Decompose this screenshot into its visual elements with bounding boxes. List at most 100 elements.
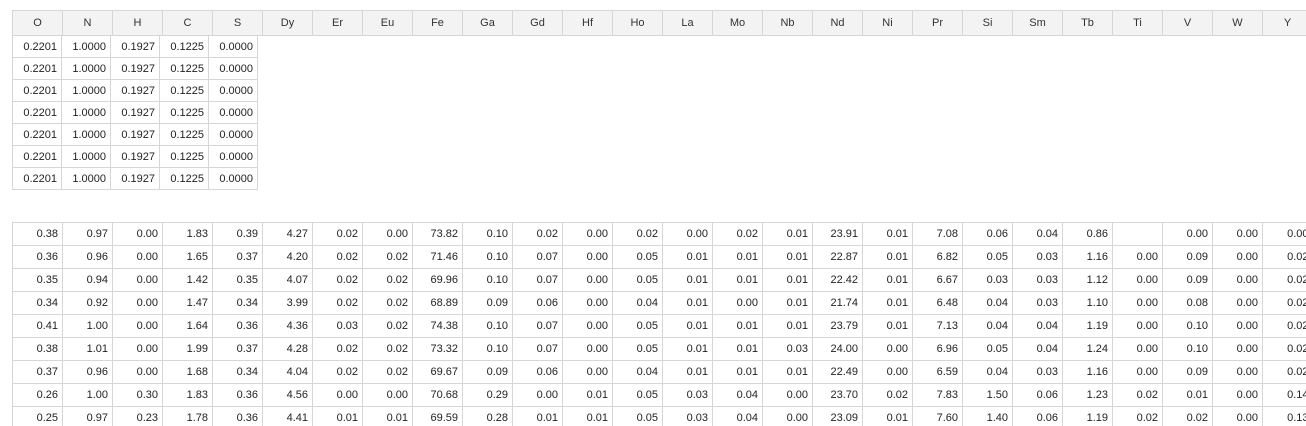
table-cell[interactable]: 0.07	[512, 337, 563, 361]
table-cell[interactable]: 22.87	[812, 245, 863, 269]
table-cell[interactable]: 0.1927	[110, 79, 160, 102]
table-cell[interactable]: 0.0000	[208, 123, 258, 146]
table-cell[interactable]: 3.99	[262, 291, 313, 315]
table-cell[interactable]: 0.39	[212, 222, 263, 246]
table-cell[interactable]: 0.02	[1262, 337, 1306, 361]
column-header-hf[interactable]: Hf	[562, 11, 612, 35]
table-cell[interactable]: 0.04	[1012, 314, 1063, 338]
table-cell[interactable]: 0.36	[212, 314, 263, 338]
table-cell[interactable]: 0.00	[762, 406, 813, 426]
table-cell[interactable]: 1.0000	[61, 57, 111, 80]
table-cell[interactable]: 1.0000	[61, 79, 111, 102]
table-cell[interactable]: 0.00	[112, 245, 163, 269]
column-header-si[interactable]: Si	[962, 11, 1012, 35]
table-cell[interactable]: 0.00	[112, 291, 163, 315]
table-cell[interactable]: 0.04	[612, 360, 663, 384]
column-header-w[interactable]: W	[1212, 11, 1262, 35]
table-cell[interactable]: 0.00	[562, 360, 613, 384]
table-cell[interactable]: 0.00	[1162, 222, 1213, 246]
table-cell[interactable]: 1.50	[962, 383, 1013, 407]
column-header-ho[interactable]: Ho	[612, 11, 662, 35]
table-cell[interactable]: 23.79	[812, 314, 863, 338]
table-cell[interactable]: 0.1927	[110, 57, 160, 80]
column-header-c[interactable]: C	[162, 11, 212, 35]
table-cell[interactable]: 0.01	[762, 314, 813, 338]
table-cell[interactable]: 0.02	[362, 291, 413, 315]
table-cell[interactable]: 0.1225	[159, 79, 209, 102]
table-cell[interactable]: 1.24	[1062, 337, 1113, 361]
table-cell[interactable]: 0.0000	[208, 101, 258, 124]
table-cell[interactable]: 0.41	[12, 314, 63, 338]
table-cell[interactable]: 0.36	[212, 406, 263, 426]
table-cell[interactable]: 4.36	[262, 314, 313, 338]
table-cell[interactable]: 0.01	[362, 406, 413, 426]
table-cell[interactable]: 0.00	[1212, 360, 1263, 384]
table-cell[interactable]: 1.12	[1062, 268, 1113, 292]
table-cell[interactable]: 0.38	[12, 337, 63, 361]
table-cell[interactable]: 0.1225	[159, 35, 209, 58]
table-cell[interactable]: 0.00	[562, 245, 613, 269]
column-header-er[interactable]: Er	[312, 11, 362, 35]
table-cell[interactable]: 0.02	[1262, 245, 1306, 269]
table-cell[interactable]: 0.1225	[159, 123, 209, 146]
table-cell[interactable]: 0.00	[112, 222, 163, 246]
table-cell[interactable]: 0.34	[12, 291, 63, 315]
table-cell[interactable]: 0.0000	[208, 145, 258, 168]
table-cell[interactable]: 0.2201	[12, 35, 62, 58]
table-cell[interactable]: 0.00	[362, 222, 413, 246]
table-cell[interactable]: 0.1927	[110, 101, 160, 124]
table-cell[interactable]: 0.06	[1012, 406, 1063, 426]
table-cell[interactable]: 0.01	[862, 245, 913, 269]
table-cell[interactable]: 0.34	[212, 291, 263, 315]
table-cell[interactable]: 0.01	[862, 291, 913, 315]
table-cell[interactable]: 1.40	[962, 406, 1013, 426]
table-cell[interactable]: 0.02	[312, 268, 363, 292]
table-cell[interactable]: 0.03	[662, 383, 713, 407]
table-cell[interactable]: 0.00	[562, 268, 613, 292]
table-cell[interactable]: 0.02	[862, 383, 913, 407]
table-cell[interactable]: 22.49	[812, 360, 863, 384]
table-cell[interactable]: 0.02	[712, 222, 763, 246]
table-cell[interactable]: 1.99	[162, 337, 213, 361]
table-cell[interactable]: 0.01	[762, 360, 813, 384]
table-cell[interactable]: 7.83	[912, 383, 963, 407]
table-cell[interactable]: 0.01	[512, 406, 563, 426]
table-cell[interactable]: 0.02	[1162, 406, 1213, 426]
table-cell[interactable]: 0.03	[1012, 291, 1063, 315]
column-header-ti[interactable]: Ti	[1112, 11, 1162, 35]
table-cell[interactable]: 0.02	[1262, 268, 1306, 292]
table-cell[interactable]: 1.68	[162, 360, 213, 384]
table-cell[interactable]: 4.07	[262, 268, 313, 292]
table-cell[interactable]: 6.59	[912, 360, 963, 384]
table-cell[interactable]: 23.91	[812, 222, 863, 246]
table-cell[interactable]: 0.09	[462, 360, 513, 384]
table-cell[interactable]: 0.00	[1112, 337, 1163, 361]
table-cell[interactable]: 1.19	[1062, 406, 1113, 426]
table-cell[interactable]: 0.10	[1162, 314, 1213, 338]
table-cell[interactable]: 0.01	[862, 268, 913, 292]
table-cell[interactable]: 1.10	[1062, 291, 1113, 315]
column-header-h[interactable]: H	[112, 11, 162, 35]
table-cell[interactable]: 0.01	[1162, 383, 1213, 407]
table-cell[interactable]: 0.03	[1012, 268, 1063, 292]
table-cell[interactable]: 0.06	[1012, 383, 1063, 407]
table-cell[interactable]: 0.00	[1262, 222, 1306, 246]
table-cell[interactable]: 0.96	[62, 360, 113, 384]
column-header-v[interactable]: V	[1162, 11, 1212, 35]
table-cell[interactable]: 0.01	[712, 360, 763, 384]
table-cell[interactable]: 0.26	[12, 383, 63, 407]
column-header-ga[interactable]: Ga	[462, 11, 512, 35]
table-cell[interactable]: 0.00	[1112, 291, 1163, 315]
table-cell[interactable]: 21.74	[812, 291, 863, 315]
table-cell[interactable]	[1112, 222, 1163, 246]
table-cell[interactable]: 4.28	[262, 337, 313, 361]
table-cell[interactable]: 23.70	[812, 383, 863, 407]
table-cell[interactable]: 0.00	[112, 268, 163, 292]
table-cell[interactable]: 0.00	[312, 383, 363, 407]
table-cell[interactable]: 0.0000	[208, 35, 258, 58]
table-cell[interactable]: 0.05	[612, 406, 663, 426]
table-cell[interactable]: 0.01	[712, 268, 763, 292]
table-cell[interactable]: 0.04	[612, 291, 663, 315]
table-cell[interactable]: 0.28	[462, 406, 513, 426]
table-cell[interactable]: 0.00	[662, 222, 713, 246]
